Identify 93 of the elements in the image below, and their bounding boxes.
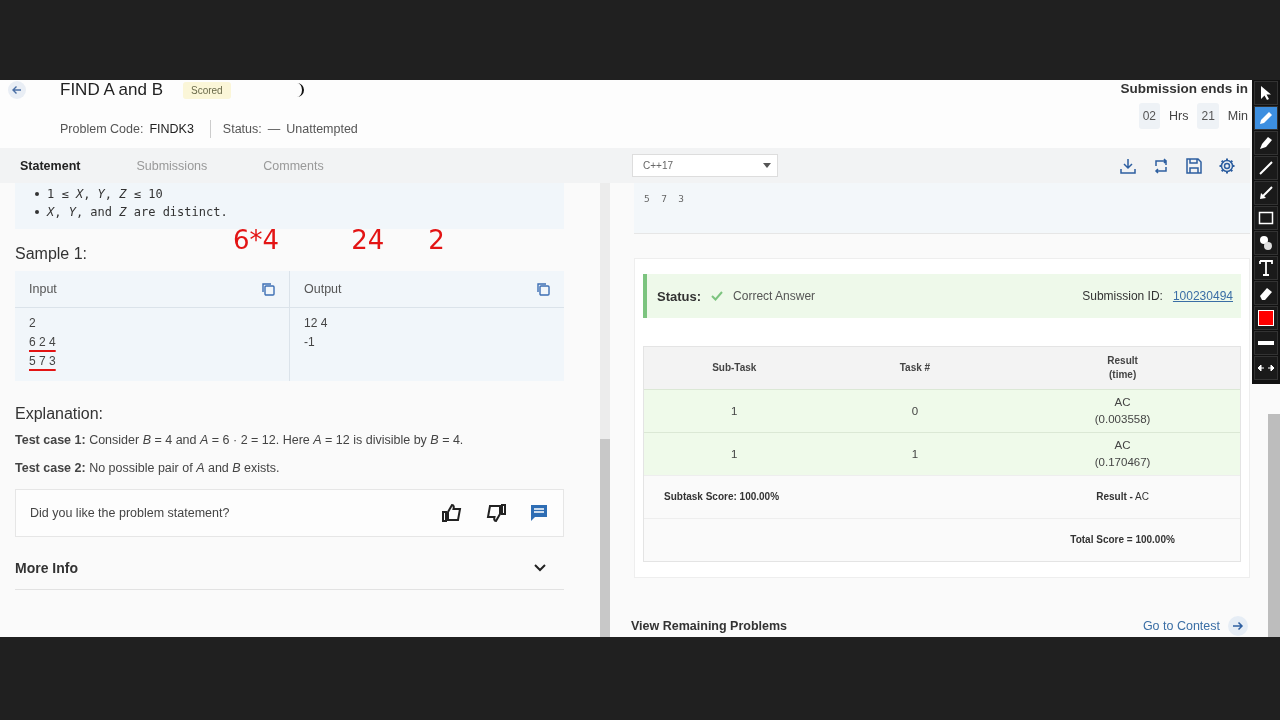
text-tool-icon xyxy=(1259,260,1273,276)
table-cell-text: 1 xyxy=(730,403,739,419)
status-dash: — xyxy=(267,122,281,136)
scored-badge: Scored xyxy=(183,81,231,99)
total-score: Total Score = 100.00% xyxy=(1069,532,1176,547)
view-remaining-problems: View Remaining Problems xyxy=(631,619,789,633)
copy-icon[interactable] xyxy=(261,282,275,296)
output-label: Output xyxy=(304,282,342,296)
explanation-text: Test case 2: No possible pair of A and B exists. xyxy=(15,461,281,475)
save-icon[interactable] xyxy=(1185,156,1203,175)
download-icon[interactable] xyxy=(1119,156,1137,175)
explanation-heading: Explanation: xyxy=(15,405,105,423)
arrow-tool-button[interactable] xyxy=(1254,181,1278,205)
column-header: Sub-Task xyxy=(711,360,758,375)
explanation-text: Test case 1: Consider B = 4 and A = 6 · 2 = 12. Here A = 12 is divisible by B = 4. xyxy=(15,433,465,447)
sample-heading: Sample 1: xyxy=(15,245,88,263)
highlighter-icon xyxy=(1258,135,1274,151)
column-header: Task # xyxy=(898,360,932,375)
subtask-score: Subtask Score: 100.00% xyxy=(663,489,781,504)
table-cell-text: AC (0.003558) xyxy=(1093,395,1152,427)
rectangle-tool-button[interactable] xyxy=(1254,206,1278,230)
timer-unit: Hrs xyxy=(1169,109,1189,123)
language-select[interactable]: C++17 xyxy=(632,154,778,177)
status-label: Status: xyxy=(222,122,262,136)
constraint-text: X, Y, and Z are distinct. xyxy=(47,205,228,219)
circles-icon xyxy=(1258,235,1274,251)
go-to-contest-link[interactable]: Go to Contest xyxy=(1142,619,1220,633)
cursor-icon xyxy=(1259,85,1273,101)
settings-icon[interactable] xyxy=(1218,156,1236,175)
sample-output-line: 12 4 xyxy=(304,315,328,332)
bullet-icon xyxy=(35,192,39,196)
line-icon xyxy=(1258,160,1274,176)
timer-label: Submission ends in xyxy=(1120,81,1248,96)
caret-icon xyxy=(763,163,771,168)
submission-id-link[interactable]: 100230494 xyxy=(1172,289,1233,303)
line-tool-button[interactable] xyxy=(1254,156,1278,180)
comment-icon[interactable] xyxy=(529,503,549,523)
swap-tool-button[interactable] xyxy=(1254,356,1278,380)
result-status-label: Status: xyxy=(657,288,702,304)
copy-icon[interactable] xyxy=(536,282,550,296)
table-cell-text: 1 xyxy=(910,446,920,462)
check-icon xyxy=(711,291,724,301)
table-cell-text: 0 xyxy=(910,403,920,419)
timer-value: 02 xyxy=(1138,103,1161,129)
arrow-icon xyxy=(1258,185,1274,201)
eraser-tool-button[interactable] xyxy=(1254,281,1278,305)
back-arrow-icon xyxy=(11,84,23,96)
submission-id-label: Submission ID: xyxy=(1082,289,1163,303)
tab[interactable]: Statement xyxy=(6,148,95,183)
timer-unit: Min xyxy=(1227,109,1248,123)
thickness-tool-button[interactable] xyxy=(1254,331,1278,355)
scrollbar[interactable] xyxy=(600,183,610,637)
custom-input-area[interactable]: 5 7 3 xyxy=(634,183,1250,234)
feedback-prompt: Did you like the problem statement? xyxy=(30,506,230,520)
result-summary: Result - AC xyxy=(1095,489,1150,504)
thumbs-up-icon[interactable] xyxy=(441,503,463,523)
sample-input-line: 2 xyxy=(29,315,36,332)
result-status-value: Correct Answer xyxy=(733,289,816,303)
handwritten-note: 24 xyxy=(351,227,385,253)
highlighter-tool-button[interactable] xyxy=(1254,131,1278,155)
double-arrow-icon xyxy=(1257,364,1275,372)
timer-value: 21 xyxy=(1197,103,1219,129)
thumbs-down-icon[interactable] xyxy=(485,503,507,523)
chevron-down-icon[interactable] xyxy=(534,564,546,572)
arrow-right-icon[interactable] xyxy=(1228,616,1248,636)
problem-code: FINDK3 xyxy=(149,122,194,136)
numbering-tool-button[interactable] xyxy=(1254,231,1278,255)
pencil-icon xyxy=(1258,110,1274,126)
cursor-tool-button[interactable] xyxy=(1254,81,1278,105)
handwritten-note: 6*4 xyxy=(233,227,280,253)
table-cell-text: AC (0.170467) xyxy=(1093,438,1152,470)
sample-input-line: 6 2 4 xyxy=(29,334,56,351)
line-width-icon xyxy=(1258,340,1274,346)
input-label: Input xyxy=(29,282,57,296)
more-info-heading: More Info xyxy=(15,560,78,576)
color-tool-button[interactable] xyxy=(1254,306,1278,330)
bullet-icon xyxy=(35,210,39,214)
sample-input-line: 5 7 3 xyxy=(29,353,56,370)
refresh-icon[interactable] xyxy=(1152,156,1170,175)
constraint-text: 1 ≤ X, Y, Z ≤ 10 xyxy=(47,187,163,201)
pen-tool-button[interactable] xyxy=(1254,106,1278,130)
problem-title: FIND A and B xyxy=(60,80,163,100)
table-cell-text: 1 xyxy=(730,446,739,462)
column-header: Result (time) xyxy=(1106,353,1139,382)
text-tool-button[interactable] xyxy=(1254,256,1278,280)
status-value: Unattempted xyxy=(286,122,358,136)
handwritten-note: 2 xyxy=(428,227,445,253)
back-button[interactable] xyxy=(8,81,26,99)
eraser-icon xyxy=(1258,285,1274,301)
problem-code-label: Problem Code: xyxy=(60,122,144,136)
rectangle-icon xyxy=(1258,211,1274,225)
input-text: 5 7 3 xyxy=(644,193,685,204)
sample-output-line: -1 xyxy=(304,334,315,351)
